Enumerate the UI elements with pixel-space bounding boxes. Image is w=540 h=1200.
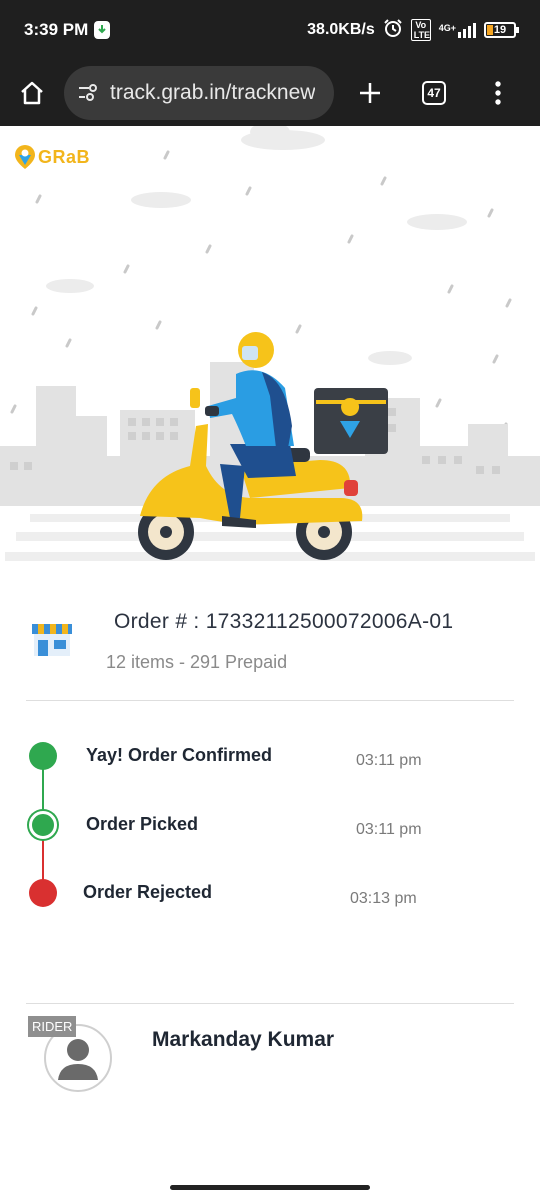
battery-level: 19	[493, 24, 507, 36]
logo-text: GRaB	[38, 146, 91, 167]
location-pin-icon	[15, 145, 35, 169]
plus-icon	[360, 83, 380, 103]
rider-name: Markanday Kumar	[152, 1028, 335, 1051]
clock: 3:39 PM	[24, 20, 89, 39]
site-settings-icon[interactable]	[76, 81, 100, 105]
status-dot-rejected	[29, 879, 57, 907]
status-dot-picked	[29, 811, 57, 839]
status-time: 03:11 pm	[356, 821, 422, 838]
signal-icon: 4G+	[438, 22, 476, 38]
status-indicators: 38.0KB/s Vo LTE 4G+ 19	[307, 18, 519, 43]
rider-card: RIDER Markanday Kumar	[0, 1016, 540, 1106]
order-status-timeline: Yay! Order Confirmed 03:11 pm Order Pick…	[0, 731, 540, 931]
browser-toolbar: track.grab.in/tracknew 47	[0, 60, 540, 126]
order-number: Order # : 17332112500072006A-01	[114, 610, 454, 633]
shield-icon	[94, 21, 111, 39]
menu-button[interactable]	[466, 60, 530, 126]
network-type: 4G+	[438, 22, 456, 33]
divider	[26, 1003, 514, 1004]
battery-icon: 19	[484, 22, 519, 38]
divider	[26, 700, 514, 701]
home-icon	[21, 81, 43, 105]
status-bar: 3:39 PM 38.0KB/s Vo LTE 4G+ 19	[0, 0, 540, 60]
tracking-page: GRaB Order # : 17332112500072006A-01 12 …	[0, 126, 540, 1200]
store-icon	[32, 624, 72, 656]
home-button[interactable]	[0, 60, 64, 126]
status-time: 03:13 pm	[350, 890, 417, 907]
delivery-illustration	[0, 126, 540, 561]
address-bar[interactable]: track.grab.in/tracknew	[64, 66, 334, 120]
volte-icon: Vo LTE	[410, 19, 431, 41]
status-label: Order Picked	[86, 814, 199, 834]
tabs-icon: 47	[422, 81, 446, 105]
tabs-button[interactable]: 47	[402, 60, 466, 126]
status-time: 03:11 pm	[356, 752, 422, 769]
network-speed: 38.0KB/s	[307, 21, 375, 38]
rider-tag: RIDER	[28, 1016, 77, 1037]
tab-count: 47	[427, 86, 441, 100]
gesture-bar[interactable]	[170, 1185, 370, 1190]
status-label: Yay! Order Confirmed	[86, 745, 273, 765]
order-summary: Order # : 17332112500072006A-01 12 items…	[28, 606, 518, 696]
more-vert-icon	[495, 81, 501, 105]
status-time: 3:39 PM	[24, 20, 111, 40]
alarm-icon	[383, 18, 403, 43]
status-label: Order Rejected	[83, 882, 213, 902]
new-tab-button[interactable]	[338, 60, 402, 126]
grab-logo[interactable]: GRaB	[14, 144, 90, 170]
url-text[interactable]: track.grab.in/tracknew	[110, 81, 315, 105]
status-dot-confirmed	[29, 742, 57, 770]
order-items-summary: 12 items - 291 Prepaid	[106, 652, 288, 672]
